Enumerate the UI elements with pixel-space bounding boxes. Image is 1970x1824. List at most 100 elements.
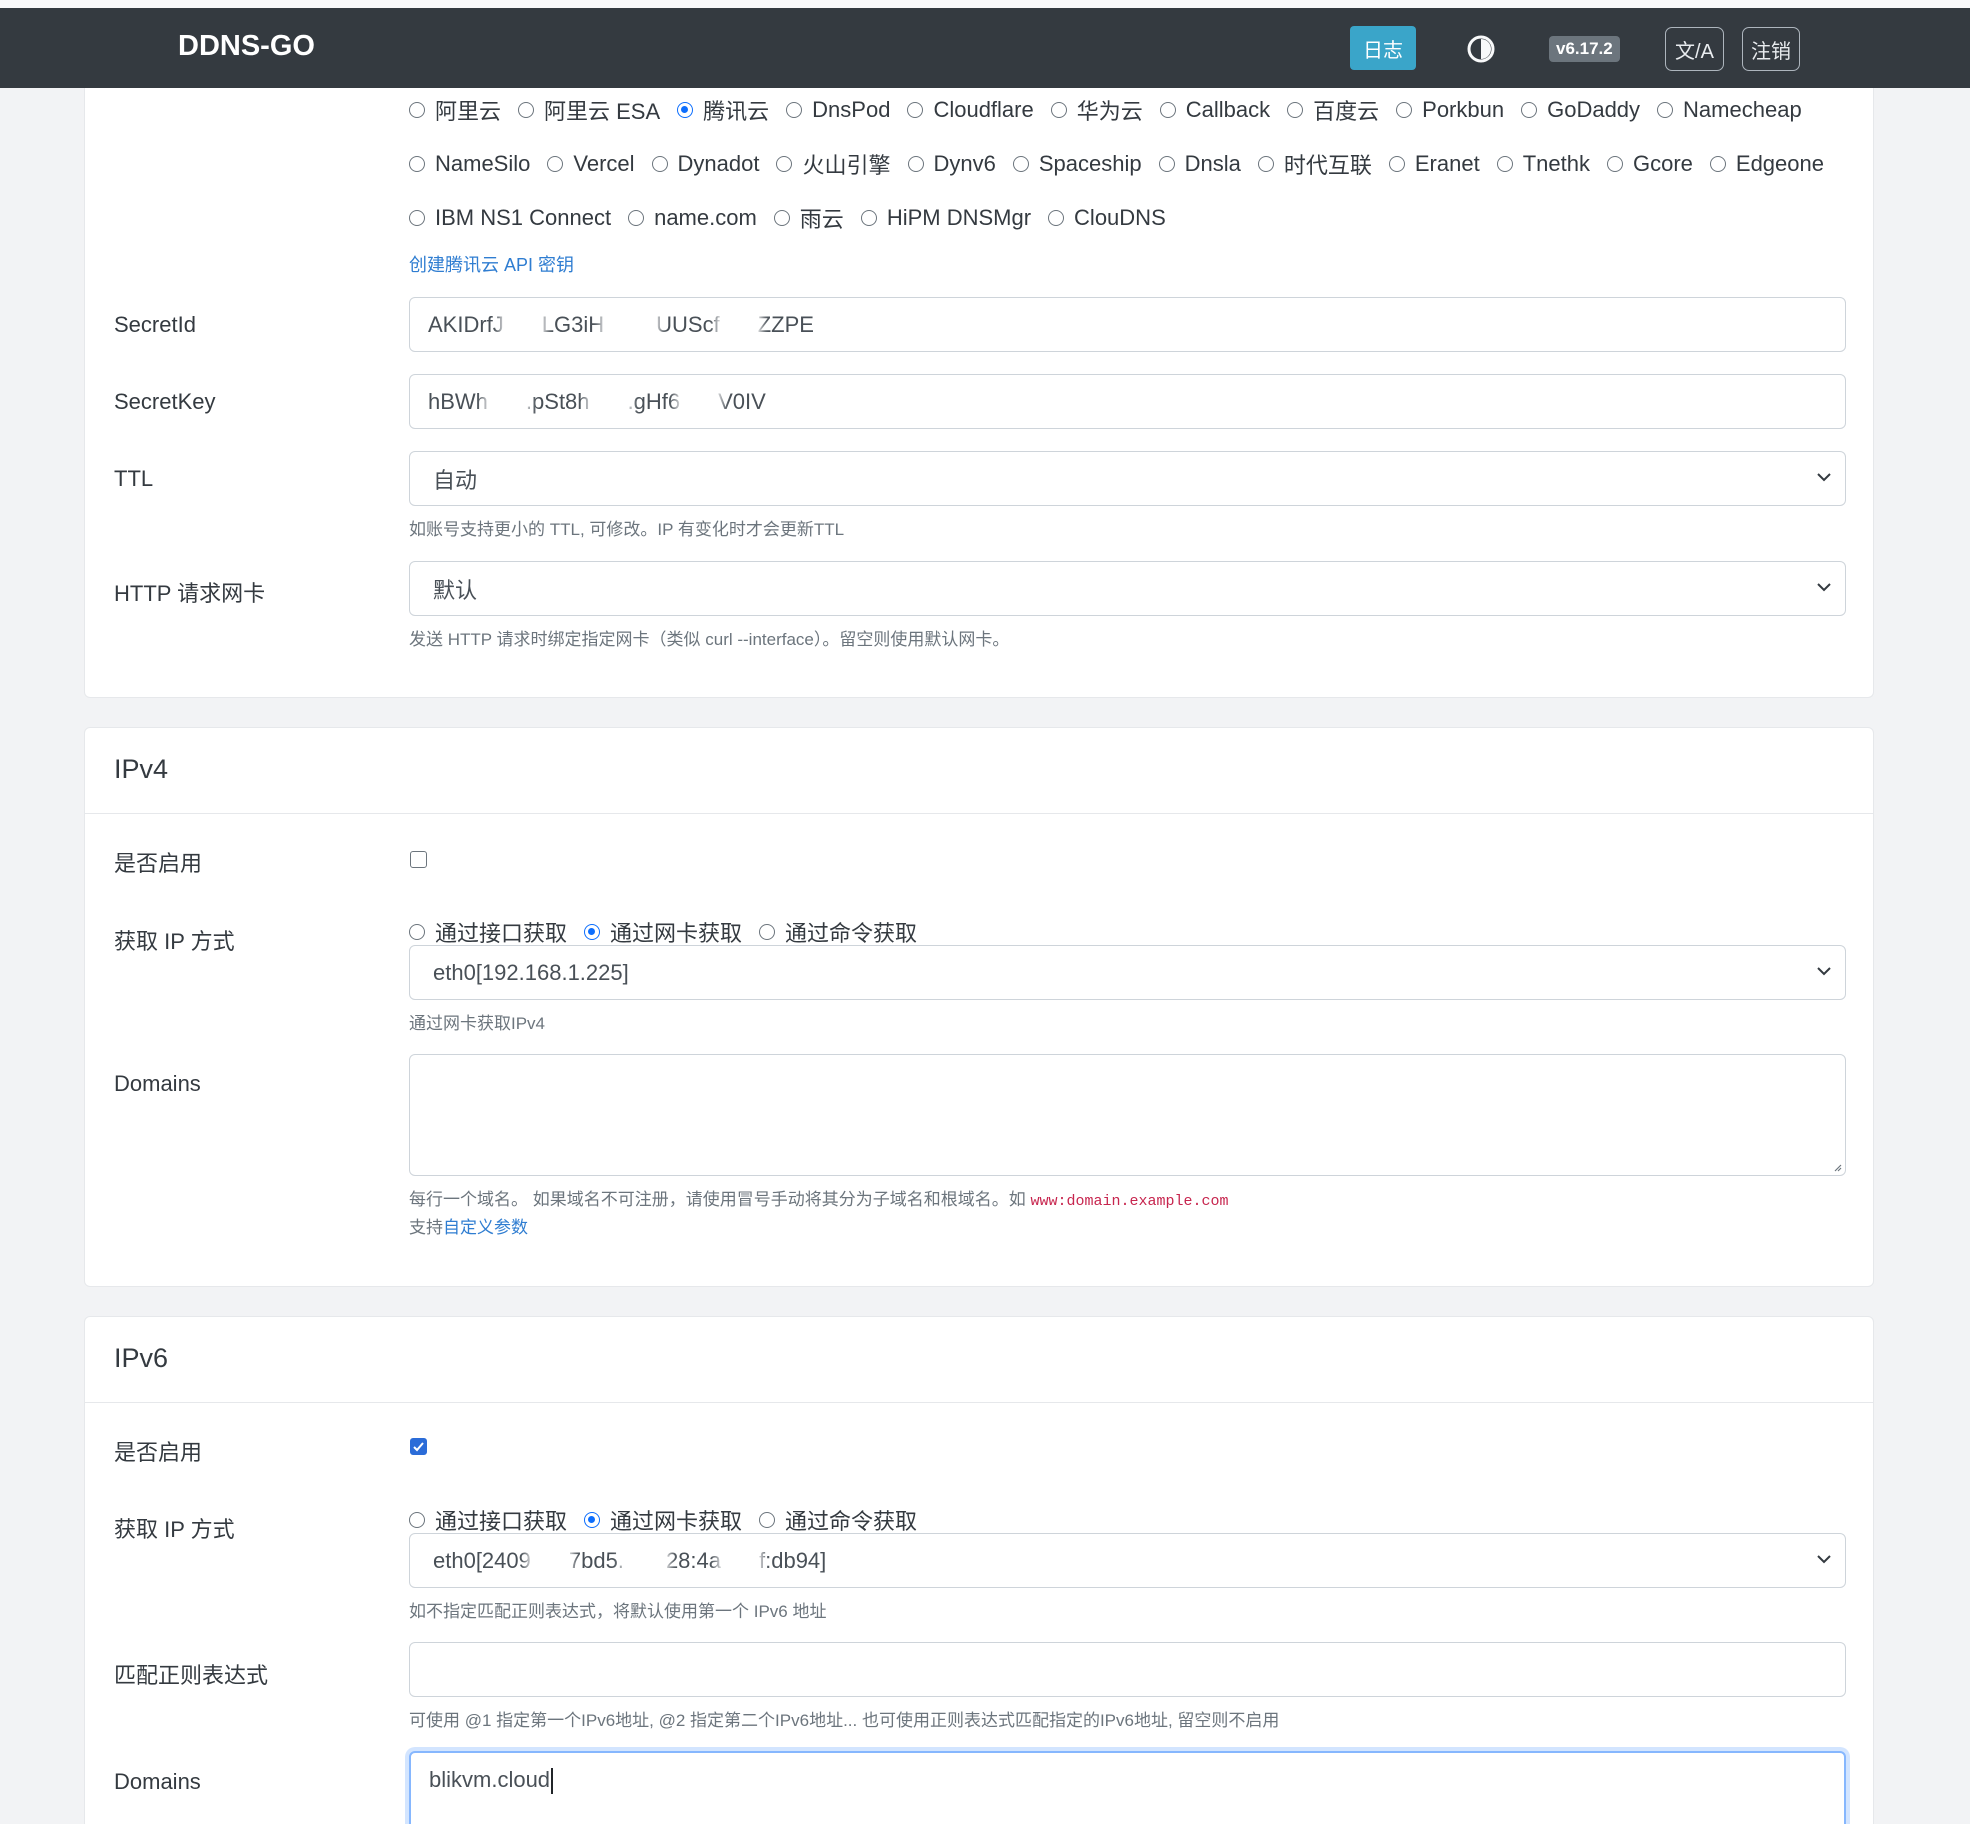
radio-button[interactable] xyxy=(677,102,694,118)
ipv4-domains-textarea[interactable] xyxy=(409,1054,1846,1176)
secret-key-input[interactable]: hBWh .pSt8h .gHf6 V0IV xyxy=(409,374,1846,429)
provider-option[interactable]: Vercel xyxy=(547,151,635,177)
secret-id-input[interactable]: AKIDrfJ LG3iH UUScf ZZPE xyxy=(409,297,1846,352)
ipv4-method-option-label: 通过接口获取 xyxy=(435,921,568,946)
radio-button[interactable] xyxy=(518,102,535,118)
ipv6-enable-checkbox[interactable] xyxy=(410,1438,427,1455)
radio-button[interactable] xyxy=(1287,102,1304,118)
provider-option[interactable]: Eranet xyxy=(1388,151,1480,177)
radio-button[interactable] xyxy=(759,1512,776,1528)
ttl-select[interactable]: 自动 xyxy=(409,451,1846,506)
radio-button[interactable] xyxy=(584,1512,601,1528)
provider-option[interactable]: Porkbun xyxy=(1396,97,1504,123)
provider-option[interactable]: Edgeone xyxy=(1709,151,1824,177)
provider-option[interactable]: 时代互联 xyxy=(1257,148,1372,180)
radio-button[interactable] xyxy=(651,156,668,172)
radio-button[interactable] xyxy=(1657,102,1674,118)
radio-button[interactable] xyxy=(907,156,924,172)
brand-logo[interactable]: DDNS-GO xyxy=(178,30,315,63)
radio-button[interactable] xyxy=(409,1512,425,1528)
provider-option[interactable]: Cloudflare xyxy=(907,97,1034,123)
provider-option-label: GoDaddy xyxy=(1547,97,1641,122)
provider-option[interactable]: 雨云 xyxy=(773,202,844,234)
ipv6-regex-input[interactable] xyxy=(409,1642,1846,1697)
provider-option[interactable]: 火山引擎 xyxy=(776,148,891,180)
ipv6-method-option[interactable]: 通过网卡获取 xyxy=(584,1504,742,1536)
logout-button[interactable]: 注销 xyxy=(1742,27,1800,71)
provider-option[interactable]: IBM NS1 Connect xyxy=(409,205,611,231)
radio-button[interactable] xyxy=(1496,156,1513,172)
provider-option[interactable]: Namecheap xyxy=(1657,97,1802,123)
custom-params-link[interactable]: 自定义参数 xyxy=(443,1218,528,1237)
provider-option[interactable]: 华为云 xyxy=(1050,94,1143,126)
radio-button[interactable] xyxy=(547,156,564,172)
resize-handle-icon[interactable] xyxy=(1832,1162,1842,1172)
ipv6-method-option[interactable]: 通过接口获取 xyxy=(409,1504,567,1536)
ipv4-enable-label: 是否启用 xyxy=(114,851,203,876)
domain-example-code: www:domain.example.com xyxy=(1030,1193,1229,1210)
radio-button[interactable] xyxy=(907,102,924,118)
radio-button[interactable] xyxy=(1050,102,1067,118)
provider-option[interactable]: HiPM DNSMgr xyxy=(860,205,1031,231)
radio-button[interactable] xyxy=(773,210,790,226)
provider-option[interactable]: DnsPod xyxy=(786,97,890,123)
provider-option[interactable]: Dnsla xyxy=(1158,151,1241,177)
provider-option-label: Vercel xyxy=(573,151,635,176)
provider-option[interactable]: 腾讯云 xyxy=(677,94,769,126)
half-circle-icon[interactable] xyxy=(1466,34,1496,64)
provider-option[interactable]: ClouDNS xyxy=(1048,205,1166,231)
ipv6-method-option[interactable]: 通过命令获取 xyxy=(759,1504,917,1536)
provider-option[interactable]: 阿里云 xyxy=(409,94,501,126)
radio-button[interactable] xyxy=(1709,156,1726,172)
radio-button[interactable] xyxy=(409,156,425,172)
radio-button[interactable] xyxy=(628,210,645,226)
radio-button[interactable] xyxy=(584,924,601,940)
ipv6-nic-part: 28:4a xyxy=(665,1547,721,1573)
ipv4-nic-select[interactable]: eth0[192.168.1.225] xyxy=(409,945,1846,1000)
provider-option-label: 阿里云 xyxy=(435,99,502,124)
provider-option[interactable]: name.com xyxy=(628,205,757,231)
chevron-down-icon xyxy=(1817,473,1831,482)
provider-option[interactable]: Dynv6 xyxy=(907,151,996,177)
secret-key-part: .pSt8h xyxy=(525,388,590,414)
ipv4-enable-checkbox[interactable] xyxy=(410,851,427,868)
secret-key-part: hBWh xyxy=(428,388,488,414)
provider-option[interactable]: Callback xyxy=(1159,97,1270,123)
provider-option-label: 火山引擎 xyxy=(802,153,891,178)
radio-button[interactable] xyxy=(1388,156,1405,172)
secret-id-part: ZZPE xyxy=(757,311,814,337)
ipv6-nic-select[interactable]: eth0[2409 7bd5. 28:4a f:db94] xyxy=(409,1533,1846,1588)
radio-button[interactable] xyxy=(1257,156,1274,172)
provider-option[interactable]: Dynadot xyxy=(651,151,759,177)
radio-button[interactable] xyxy=(776,156,793,172)
ipv4-method-option[interactable]: 通过命令获取 xyxy=(759,916,917,948)
radio-button[interactable] xyxy=(759,924,776,940)
ipv4-method-option[interactable]: 通过网卡获取 xyxy=(584,916,742,948)
radio-button[interactable] xyxy=(1012,156,1029,172)
radio-button[interactable] xyxy=(409,210,425,226)
ipv6-domains-textarea[interactable]: blikvm.cloud xyxy=(409,1751,1846,1824)
provider-option[interactable]: 百度云 xyxy=(1287,94,1379,126)
radio-button[interactable] xyxy=(1606,156,1623,172)
radio-button[interactable] xyxy=(409,102,425,118)
radio-button[interactable] xyxy=(1158,156,1175,172)
radio-button[interactable] xyxy=(1396,102,1413,118)
provider-option-label: name.com xyxy=(654,205,757,230)
provider-option[interactable]: Spaceship xyxy=(1012,151,1142,177)
ipv4-method-option[interactable]: 通过接口获取 xyxy=(409,916,567,948)
provider-option[interactable]: 阿里云 ESA xyxy=(518,94,660,126)
radio-button[interactable] xyxy=(1048,210,1065,226)
radio-button[interactable] xyxy=(1521,102,1538,118)
provider-option[interactable]: Gcore xyxy=(1606,151,1693,177)
radio-button[interactable] xyxy=(860,210,877,226)
create-api-key-link[interactable]: 创建腾讯云 API 密钥 xyxy=(409,255,574,275)
http-nic-select[interactable]: 默认 xyxy=(409,561,1846,616)
language-button[interactable]: 文/A xyxy=(1665,27,1724,71)
radio-button[interactable] xyxy=(1159,102,1176,118)
provider-option[interactable]: GoDaddy xyxy=(1521,97,1640,123)
provider-option[interactable]: NameSilo xyxy=(409,151,530,177)
provider-option[interactable]: Tnethk xyxy=(1496,151,1590,177)
log-button[interactable]: 日志 xyxy=(1350,26,1416,70)
radio-button[interactable] xyxy=(409,924,425,940)
radio-button[interactable] xyxy=(786,102,803,118)
